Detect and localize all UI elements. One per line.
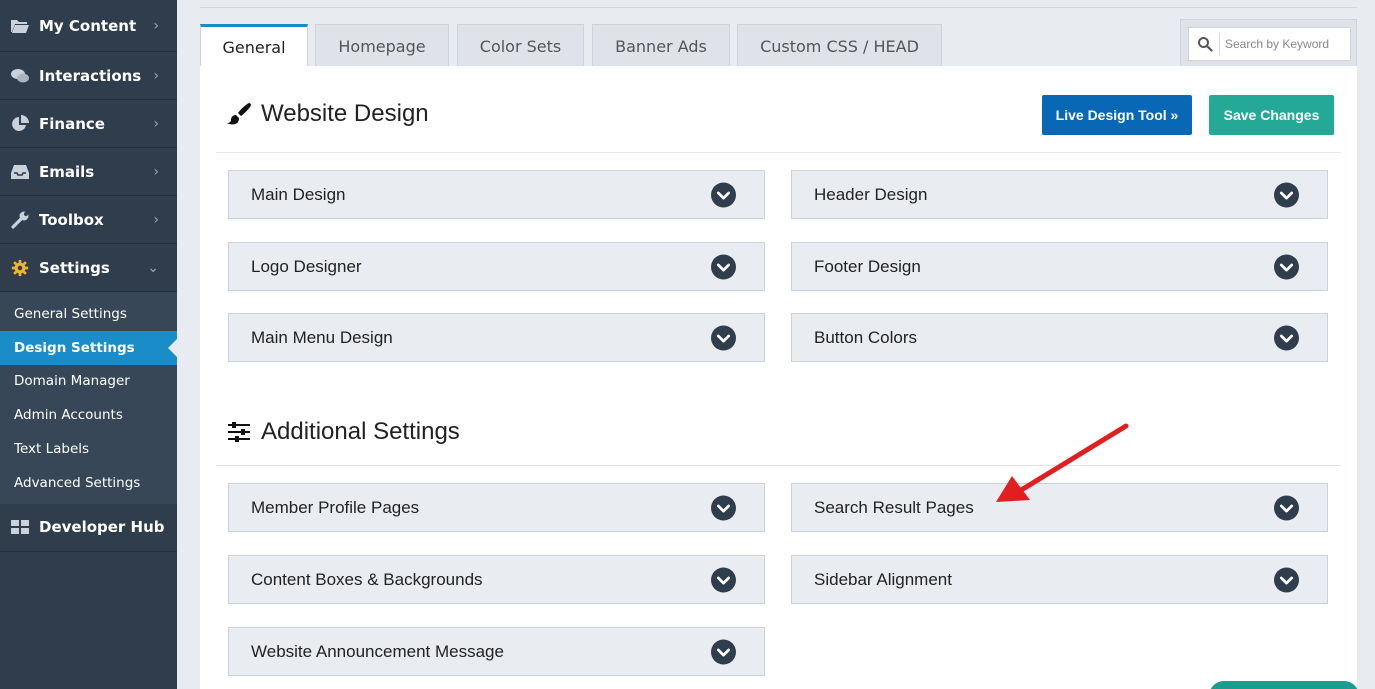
save-changes-button[interactable]: Save Changes bbox=[1209, 95, 1334, 135]
chevron-down-circle-icon bbox=[1274, 567, 1299, 592]
chevron-right-icon: › bbox=[153, 163, 159, 180]
nav-label: Finance bbox=[39, 114, 105, 133]
accordion-label: Button Colors bbox=[814, 327, 917, 347]
search-field bbox=[1188, 27, 1351, 61]
chevron-down-circle-icon bbox=[1274, 325, 1299, 350]
search-divider bbox=[1219, 33, 1220, 55]
accordion-header-design[interactable]: Header Design bbox=[791, 170, 1328, 219]
nav-label: Developer Hub bbox=[39, 518, 165, 537]
accordion-label: Search Result Pages bbox=[814, 497, 974, 517]
sliders-icon bbox=[228, 422, 250, 442]
tab-general[interactable]: General bbox=[200, 24, 308, 68]
accordion-label: Main Design bbox=[251, 184, 346, 204]
chevron-down-circle-icon bbox=[711, 567, 736, 592]
chevron-down-circle-icon bbox=[711, 182, 736, 207]
chevron-down-circle-icon bbox=[1274, 254, 1299, 279]
nav-settings[interactable]: Settings ⌄ bbox=[0, 244, 177, 292]
additional-settings-heading: Additional Settings bbox=[226, 418, 460, 446]
chevron-down-circle-icon bbox=[1274, 182, 1299, 207]
settings-subnav: General Settings Design Settings Domain … bbox=[0, 292, 177, 504]
accordion-label: Website Announcement Message bbox=[251, 641, 504, 661]
section-title: Website Design bbox=[261, 100, 429, 127]
inbox-icon bbox=[11, 164, 29, 179]
subnav-general-settings[interactable]: General Settings bbox=[0, 297, 177, 331]
nav-label: My Content bbox=[39, 16, 137, 35]
accordion-label: Content Boxes & Backgrounds bbox=[251, 569, 483, 589]
folder-open-icon bbox=[11, 19, 29, 33]
main-panel: Website Design Live Design Tool » Save C… bbox=[200, 66, 1357, 689]
nav-emails[interactable]: Emails › bbox=[0, 148, 177, 196]
nav-interactions[interactable]: Interactions › bbox=[0, 52, 177, 100]
sidebar: My Content › Interactions › Finance › Em… bbox=[0, 0, 177, 689]
tab-homepage[interactable]: Homepage bbox=[315, 24, 449, 67]
subnav-design-settings[interactable]: Design Settings bbox=[0, 330, 177, 365]
accordion-member-profile-pages[interactable]: Member Profile Pages bbox=[228, 483, 765, 532]
accordion-website-announcement-message[interactable]: Website Announcement Message bbox=[228, 627, 765, 676]
nav-finance[interactable]: Finance › bbox=[0, 100, 177, 148]
accordion-label: Header Design bbox=[814, 184, 928, 204]
accordion-label: Sidebar Alignment bbox=[814, 569, 952, 589]
subnav-admin-accounts[interactable]: Admin Accounts bbox=[0, 398, 177, 432]
nav-developer-hub[interactable]: Developer Hub bbox=[0, 504, 177, 552]
subnav-text-labels[interactable]: Text Labels bbox=[0, 432, 177, 466]
section-divider bbox=[216, 152, 1341, 153]
website-design-heading: Website Design bbox=[226, 100, 429, 128]
wrench-icon bbox=[11, 211, 29, 229]
accordion-main-design[interactable]: Main Design bbox=[228, 170, 765, 219]
help-chat-button[interactable] bbox=[1209, 681, 1359, 689]
chevron-down-circle-icon bbox=[711, 639, 736, 664]
accordion-sidebar-alignment[interactable]: Sidebar Alignment bbox=[791, 555, 1328, 604]
section-title: Additional Settings bbox=[261, 418, 460, 445]
tab-color-sets[interactable]: Color Sets bbox=[457, 24, 584, 67]
pie-chart-icon bbox=[12, 114, 29, 131]
chevron-right-icon: › bbox=[153, 211, 159, 228]
subnav-domain-manager[interactable]: Domain Manager bbox=[0, 365, 177, 399]
chevron-down-circle-icon bbox=[711, 495, 736, 520]
chevron-right-icon: › bbox=[153, 17, 159, 34]
accordion-content-boxes-backgrounds[interactable]: Content Boxes & Backgrounds bbox=[228, 555, 765, 604]
section-divider bbox=[216, 465, 1341, 466]
search-container bbox=[1180, 19, 1357, 67]
nav-label: Interactions bbox=[39, 66, 142, 85]
nav-toolbox[interactable]: Toolbox › bbox=[0, 196, 177, 244]
top-divider bbox=[200, 7, 1357, 8]
accordion-label: Member Profile Pages bbox=[251, 497, 420, 517]
gear-icon bbox=[11, 259, 29, 276]
comments-icon bbox=[11, 68, 29, 82]
chevron-down-circle-icon bbox=[1274, 495, 1299, 520]
nav-my-content[interactable]: My Content › bbox=[0, 0, 177, 52]
accordion-main-menu-design[interactable]: Main Menu Design bbox=[228, 313, 765, 362]
search-icon bbox=[1198, 37, 1213, 52]
chevron-right-icon: › bbox=[153, 67, 159, 84]
grid-icon bbox=[11, 520, 29, 535]
chevron-down-circle-icon bbox=[711, 325, 736, 350]
accordion-footer-design[interactable]: Footer Design bbox=[791, 242, 1328, 291]
accordion-label: Logo Designer bbox=[251, 256, 362, 276]
nav-label: Toolbox bbox=[39, 210, 104, 229]
annotation-arrow-icon bbox=[996, 423, 1129, 502]
subnav-advanced-settings[interactable]: Advanced Settings bbox=[0, 466, 177, 500]
paintbrush-icon bbox=[227, 103, 251, 125]
accordion-logo-designer[interactable]: Logo Designer bbox=[228, 242, 765, 291]
chevron-right-icon: › bbox=[153, 115, 159, 132]
chevron-down-circle-icon bbox=[711, 254, 736, 279]
chevron-down-icon: ⌄ bbox=[147, 259, 159, 276]
accordion-label: Main Menu Design bbox=[251, 327, 393, 347]
nav-label: Settings bbox=[39, 258, 110, 277]
live-design-tool-button[interactable]: Live Design Tool » bbox=[1042, 95, 1192, 135]
search-input[interactable] bbox=[1225, 28, 1349, 60]
tab-custom-css-head[interactable]: Custom CSS / HEAD bbox=[737, 24, 942, 67]
nav-label: Emails bbox=[39, 162, 95, 181]
accordion-label: Footer Design bbox=[814, 256, 921, 276]
tab-banner-ads[interactable]: Banner Ads bbox=[592, 24, 730, 67]
accordion-button-colors[interactable]: Button Colors bbox=[791, 313, 1328, 362]
